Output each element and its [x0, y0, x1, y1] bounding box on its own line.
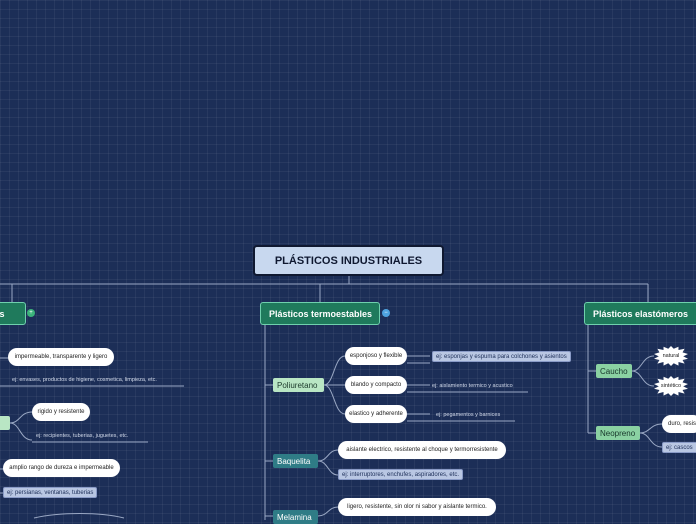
subnode-neopreno[interactable]: Neopreno	[596, 426, 640, 440]
main-node-termoestables[interactable]: Plásticos termoestables	[260, 302, 380, 325]
example-tag[interactable]: ej: interruptores, enchufes, aspiradores…	[338, 469, 464, 480]
property-pill[interactable]: amplio rango de dureza e impermeable	[3, 459, 120, 477]
property-pill[interactable]: blando y compacto	[345, 376, 407, 394]
property-pill[interactable]: ligero, resistente, sin olor ni sabor y …	[338, 498, 496, 516]
main-node-elastomeros[interactable]: Plásticos elastómeros	[584, 302, 696, 325]
property-pill[interactable]: rigido y resistente	[32, 403, 90, 421]
example-note: ej: pegamentos y barnices	[436, 412, 501, 418]
collapse-icon[interactable]: −	[382, 309, 390, 317]
subnode-caucho[interactable]: Caucho	[596, 364, 632, 378]
main-node-label: Plásticos termoestables	[269, 308, 373, 319]
property-pill[interactable]: esponjoso y flexible	[345, 347, 407, 365]
property-pill[interactable]: duro, resis	[662, 415, 696, 433]
subnode-melamina[interactable]: Melamina	[273, 510, 318, 524]
property-pill[interactable]: elastico y adherente	[345, 405, 407, 423]
root-node-title[interactable]: PLÁSTICOS INDUSTRIALES	[253, 245, 444, 276]
plus-icon[interactable]: +	[27, 309, 35, 317]
subnode-poliuretano[interactable]: Poliuretano	[273, 378, 324, 392]
subnode-baquelita[interactable]: Baquelita	[273, 454, 318, 468]
example-tag[interactable]: ej: cascos	[662, 442, 696, 453]
main-node-label: Plásticos elastómeros	[593, 308, 689, 319]
example-note: ej: recipientes, tuberias, juguetes, etc…	[36, 433, 129, 439]
property-pill[interactable]: impermeable, transparente y ligero	[8, 348, 114, 366]
example-tag[interactable]: ej: persianas, ventanas, tuberias	[3, 487, 98, 498]
subnode-partial[interactable]: d	[0, 416, 10, 430]
example-note: ej: envases, productos de higiene, cosme…	[12, 377, 157, 383]
property-pill[interactable]: aislante electrico, resistente al choque…	[338, 441, 506, 459]
main-node-label: cos	[0, 308, 5, 319]
example-tag[interactable]: ej: esponjas y espuma para colchones y a…	[432, 351, 571, 362]
main-node-termoplasticos[interactable]: cos	[0, 302, 26, 325]
example-note: ej: aislamiento termico y acustico	[432, 383, 513, 389]
